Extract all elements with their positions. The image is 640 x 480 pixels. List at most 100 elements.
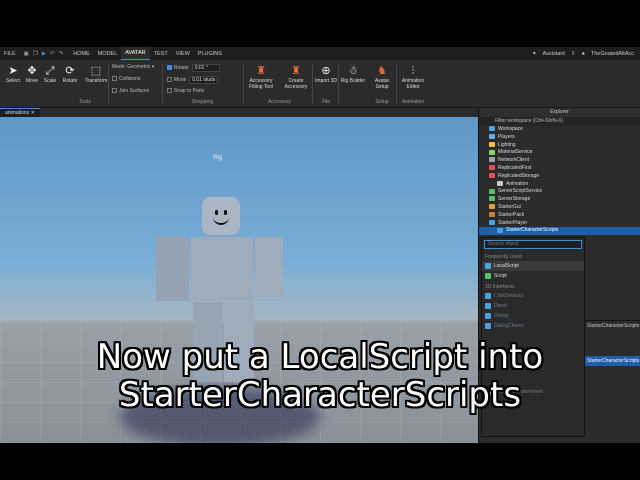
tab-animations[interactable]: animations ✕	[0, 108, 40, 117]
separator	[312, 64, 313, 104]
explorer-item-label: StarterCharacterScripts	[506, 227, 559, 234]
redo-icon[interactable]: ↷	[59, 51, 64, 57]
rotate-tool[interactable]: ⟳ Rotate	[60, 64, 80, 84]
list-item[interactable]: Script	[482, 271, 584, 281]
explorer-filter-input[interactable]: Filter workspace (Ctrl+Shift+X)	[479, 117, 640, 126]
checkbox-icon	[167, 88, 172, 94]
rig-label: Rig	[213, 155, 223, 161]
undo-icon[interactable]: ↶	[50, 51, 55, 57]
service-icon	[497, 227, 503, 233]
service-icon	[489, 211, 495, 217]
rotate-snap[interactable]: Rotate 0.01 °	[167, 64, 220, 72]
viewport-tabbar: animations ✕	[0, 108, 478, 117]
section-3d: 3D Interfaces	[485, 284, 515, 290]
join-surfaces-checkbox[interactable]: Join Surfaces	[112, 88, 149, 94]
checkbox-icon	[167, 77, 172, 83]
tab-plugins[interactable]: PLUGINS	[194, 51, 226, 57]
file-menu[interactable]: FILE	[0, 51, 20, 57]
scale-tool[interactable]: ⤢ Scale	[40, 64, 60, 84]
explorer-item-label: ReplicatedFirst	[498, 164, 532, 171]
scale-icon: ⤢	[45, 65, 55, 77]
tab-avatar[interactable]: AVATAR	[121, 47, 150, 60]
save-icon[interactable]: ▣	[24, 51, 29, 57]
select-tool[interactable]: ➤ Select	[3, 64, 23, 84]
rig-head[interactable]	[202, 197, 240, 235]
list-item[interactable]: DialogChoice	[482, 321, 584, 331]
explorer-tree: Workspace Players Lighting MaterialService N…	[479, 126, 640, 236]
tab-test[interactable]: TEST	[150, 51, 172, 57]
explorer-item-label: Animation	[506, 180, 529, 187]
frequent-list: LocalScript Script	[482, 261, 584, 281]
checkbox-icon	[112, 76, 117, 82]
search-object-input[interactable]: Search object	[484, 240, 582, 249]
explorer-item[interactable]: ReplicatedStorage	[479, 173, 640, 181]
tab-view[interactable]: VIEW	[172, 51, 194, 57]
animation-editor-button[interactable]: ⫶ Animation Editor	[398, 64, 428, 90]
explorer-item[interactable]: Animation	[479, 181, 640, 189]
explorer-item[interactable]: StarterGui	[479, 204, 640, 212]
snap-to-parts-checkbox[interactable]: Snap to Parts	[167, 88, 204, 94]
play-icon[interactable]: ▶	[42, 51, 46, 57]
explorer-item-label: ServerStorage	[498, 196, 531, 203]
import-3d-button[interactable]: ⊕ Import 3D	[315, 64, 337, 84]
tab-home[interactable]: HOME	[69, 51, 94, 57]
list-item[interactable]: Dialog	[482, 311, 584, 321]
service-icon	[489, 126, 495, 132]
list-item[interactable]: Decal	[482, 301, 584, 311]
create-accessory-button[interactable]: ♜ Create Accessory	[282, 64, 310, 90]
list-item[interactable]: LocalScript	[482, 261, 584, 271]
service-icon	[489, 188, 495, 194]
explorer-item[interactable]: StarterPlayer	[479, 220, 640, 228]
avatar-setup-button[interactable]: ♞ Avatar Setup	[370, 64, 394, 90]
separator	[108, 64, 109, 104]
eye	[224, 210, 227, 215]
avatar-setup-icon: ♞	[377, 65, 387, 77]
explorer-item[interactable]: Lighting	[479, 142, 640, 150]
properties-title: StarterCharacterScripts	[587, 323, 640, 329]
mode-select[interactable]: Mode: Geometric ▾	[112, 64, 154, 70]
rig-torso[interactable]	[191, 237, 253, 301]
collisions-checkbox[interactable]: Collisions	[112, 76, 140, 82]
rig-builder-button[interactable]: ☃ Rig Builder	[340, 64, 366, 84]
close-icon[interactable]: ✕	[31, 110, 35, 116]
rig-left-arm[interactable]	[156, 237, 189, 301]
move-snap-input[interactable]: 0.01 studs	[189, 76, 219, 84]
explorer-item-label: Players	[498, 133, 515, 140]
caption-line-1: Now put a LocalScript into	[96, 337, 544, 377]
username[interactable]: TheGoatedAltAcc	[591, 51, 634, 57]
rotate-snap-input[interactable]: 0.01 °	[191, 64, 220, 72]
list-item-label: Dialog	[494, 313, 509, 319]
snapping-group-label: Snapping	[191, 99, 214, 105]
explorer-item[interactable]: NetworkClient	[479, 157, 640, 165]
explorer-item[interactable]: ReplicatedFirst	[479, 165, 640, 173]
accessory-fitting-tool[interactable]: ♜ Accessory Fitting Tool	[246, 64, 276, 90]
copy-icon[interactable]: ❐	[33, 51, 38, 57]
rotate-icon: ⟳	[65, 65, 75, 77]
object-list: ClickDetector Decal Dialog DialogChoice	[482, 291, 584, 331]
transform-tool[interactable]: ⬚ Transform	[84, 64, 108, 84]
explorer-item[interactable]: MaterialService	[479, 149, 640, 157]
list-item-label: ClickDetector	[494, 293, 524, 299]
accessory-group-label: Accessory	[267, 99, 292, 105]
explorer-item[interactable]: StarterCharacterScripts	[479, 227, 640, 236]
avatar[interactable]: ●	[582, 51, 585, 57]
explorer-item[interactable]: ServerScriptService	[479, 188, 640, 196]
object-icon	[485, 303, 491, 309]
explorer-item[interactable]: Players	[479, 134, 640, 142]
cursor-icon: ➤	[8, 65, 18, 77]
rig-right-arm[interactable]	[255, 237, 283, 297]
eye	[215, 210, 218, 215]
list-item[interactable]: ClickDetector	[482, 291, 584, 301]
explorer-item[interactable]: StarterPack	[479, 212, 640, 220]
move-snap[interactable]: Move 0.01 studs	[167, 76, 219, 84]
assistant-button[interactable]: Assistant	[543, 51, 565, 57]
explorer-item[interactable]: ServerStorage	[479, 196, 640, 204]
share-icon[interactable]: ⇪	[571, 51, 576, 57]
list-item-label: LocalScript	[494, 263, 519, 269]
explorer-item[interactable]: Workspace	[479, 126, 640, 134]
file-group-label: File	[321, 99, 331, 105]
move-icon: ✥	[27, 65, 37, 77]
assistant-icon[interactable]: ✦	[532, 51, 537, 57]
tab-model[interactable]: MODEL	[94, 51, 122, 57]
move-tool[interactable]: ✥ Move	[22, 64, 42, 84]
